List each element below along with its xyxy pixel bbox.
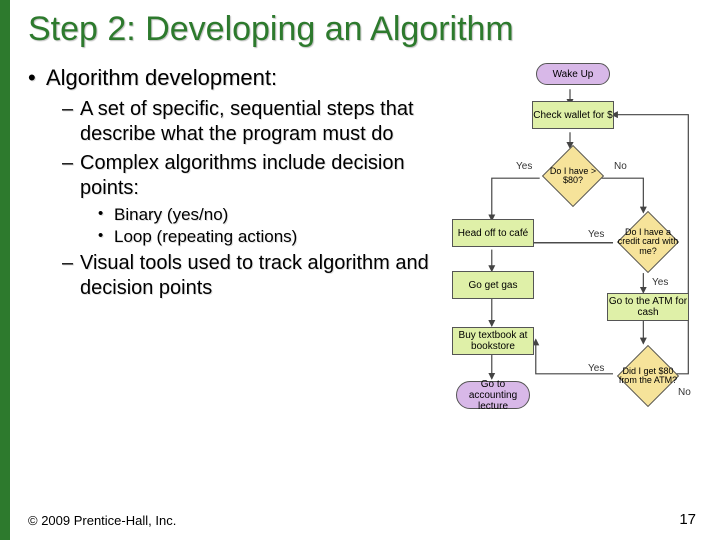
- accent-bar: [0, 0, 10, 540]
- flowchart-process: Go get gas: [452, 271, 534, 299]
- page-number: 17: [679, 511, 696, 528]
- slide-body: Step 2: Developing an Algorithm Algorith…: [0, 0, 720, 491]
- bullet-level1: Algorithm development:: [28, 65, 432, 91]
- flowchart-label-no: No: [614, 161, 627, 172]
- flowchart-decision-text: Did I get $80 from the ATM?: [617, 367, 679, 386]
- bullet-level2: Visual tools used to track algorithm and…: [62, 251, 432, 301]
- bullet-level2: A set of specific, sequential steps that…: [62, 97, 432, 147]
- flowchart-label-yes: Yes: [652, 277, 668, 288]
- flowchart-label-yes: Yes: [588, 229, 604, 240]
- flowchart-decision: Do I have > $80?: [542, 145, 604, 207]
- flowchart-label-yes: Yes: [588, 363, 604, 374]
- content-row: Algorithm development: A set of specific…: [28, 61, 702, 491]
- flowchart-decision-text: Do I have > $80?: [542, 167, 604, 186]
- flowchart-decision-text: Do I have a credit card with me?: [617, 228, 679, 256]
- flowchart-start: Wake Up: [536, 63, 610, 85]
- flowchart-label-no: No: [678, 387, 691, 398]
- flowchart-process: Go to the ATM for cash: [607, 293, 689, 321]
- flowchart-decision: Do I have a credit card with me?: [617, 211, 679, 273]
- bullet-level3: Binary (yes/no): [98, 205, 432, 225]
- flowchart-process: Buy textbook at bookstore: [452, 327, 534, 355]
- bullet-level3: Loop (repeating actions): [98, 227, 432, 247]
- flowchart-label-yes: Yes: [516, 161, 532, 172]
- flowchart-process: Check wallet for $: [532, 101, 614, 129]
- slide-title: Step 2: Developing an Algorithm: [28, 10, 702, 49]
- flowchart: Wake Up Check wallet for $ Do I have > $…: [438, 61, 702, 491]
- flowchart-process: Head off to café: [452, 219, 534, 247]
- flowchart-decision: Did I get $80 from the ATM?: [617, 345, 679, 407]
- copyright-text: © 2009 Prentice-Hall, Inc.: [28, 513, 176, 528]
- flowchart-end: Go to accounting lecture: [456, 381, 530, 409]
- bullet-level2: Complex algorithms include decision poin…: [62, 151, 432, 201]
- text-column: Algorithm development: A set of specific…: [28, 61, 438, 305]
